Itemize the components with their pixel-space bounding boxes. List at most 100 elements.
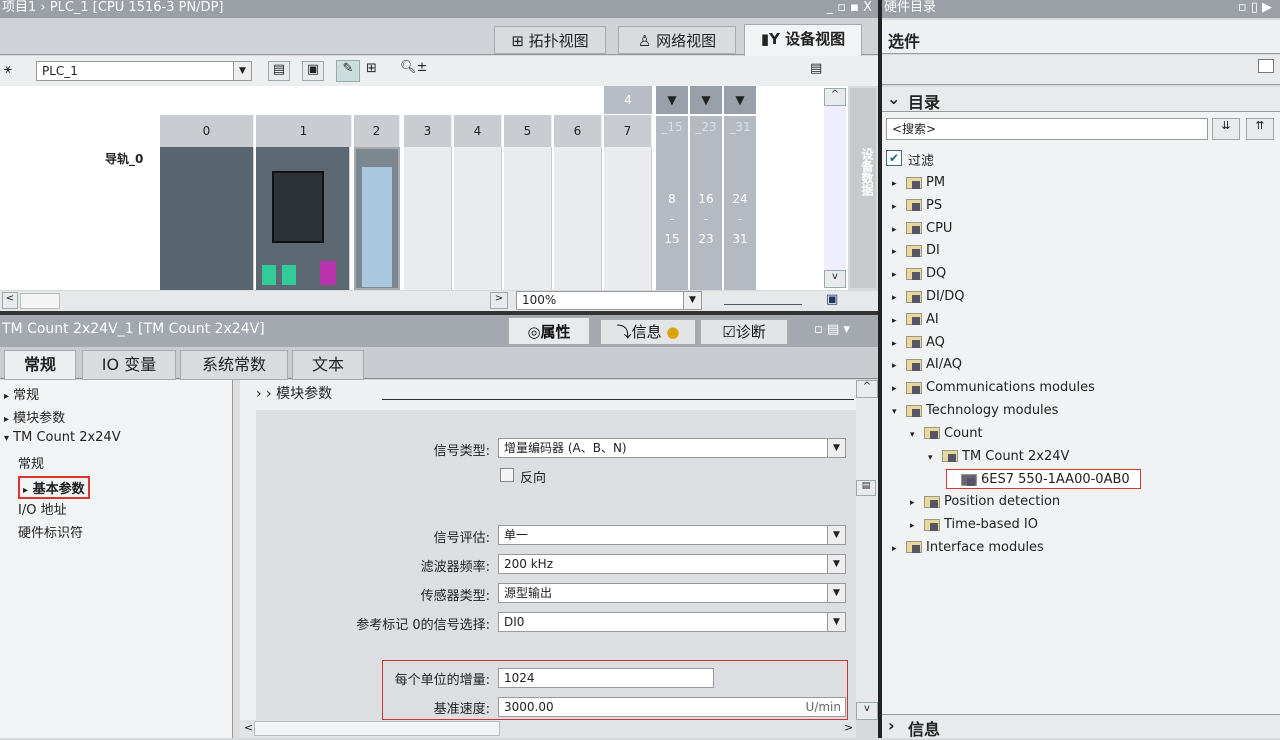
param-vscrollbar[interactable]: ^▤v (856, 380, 878, 720)
empty-slot-4[interactable] (454, 147, 502, 290)
device-data-side-tab[interactable]: 设备数据 (850, 88, 876, 288)
catalog-tree-item[interactable]: ▸Position detection (910, 492, 1060, 512)
tab-device-view[interactable]: ▮Y 设备视图 (744, 24, 862, 56)
expand-slot-toggle[interactable]: ▼ (690, 86, 722, 114)
options-header[interactable]: 选件 (882, 20, 1280, 54)
param-select[interactable]: 200 kHz▼ (498, 554, 846, 574)
filter-checkbox[interactable]: ✔ (886, 150, 902, 166)
catalog-tree-item[interactable]: ▾TM Count 2x24V (928, 447, 1069, 467)
param-select[interactable]: DI0▼ (498, 612, 846, 632)
catalog-tree-item[interactable]: 6ES7 550-1AA00-0AB0 (946, 469, 1141, 489)
power-module[interactable] (160, 147, 254, 290)
info-panel-header[interactable]: ›信息 (882, 714, 1280, 738)
expansion-slot[interactable]: _15 8 - 15 (656, 116, 688, 290)
catalog-tree-item[interactable]: ▸CPU (892, 219, 952, 239)
overview-icon[interactable]: ▣ (826, 292, 838, 307)
slot-header-7[interactable]: 7 (604, 115, 652, 147)
catalog-tree-item[interactable]: ▸PM (892, 173, 945, 193)
increments-input[interactable]: 1024 (498, 668, 714, 688)
panel-controls-icon[interactable]: ▫ ▤ ▾ (814, 322, 850, 337)
expand-arrow-icon[interactable]: ▸ (892, 220, 906, 240)
expand-arrow-icon[interactable]: ▾ (910, 425, 924, 445)
zoom-select[interactable]: 100%▼ (516, 291, 702, 310)
expand-arrow-icon[interactable]: ▸ (892, 334, 906, 354)
empty-slot-6[interactable] (554, 147, 602, 290)
catalog-tree-item[interactable]: ▸AI (892, 310, 939, 330)
show-module-icon[interactable]: ▣ (302, 61, 324, 81)
scroll-right-button[interactable]: > (490, 292, 508, 309)
nav-splitter[interactable] (232, 380, 240, 738)
slot-header-2[interactable]: 2 (354, 115, 400, 147)
panel-toggle-icon[interactable]: ▤ (810, 61, 822, 76)
expand-arrow-icon[interactable]: ▸ (892, 539, 906, 559)
catalog-tree-item[interactable]: ▸DQ (892, 264, 946, 284)
empty-slot-3[interactable] (404, 147, 452, 290)
catalog-tree-item[interactable]: ▸AI/AQ (892, 355, 962, 375)
zoom-icon[interactable]: 🔍︎± (400, 60, 427, 75)
catalog-tree-item[interactable]: ▸Interface modules (892, 538, 1044, 558)
nav-item[interactable]: 常规 (18, 453, 44, 472)
tab-info[interactable]: ⤵信息 ● (600, 319, 696, 345)
expand-arrow-icon[interactable]: ▸ (910, 516, 924, 536)
expansion-slot[interactable]: _31 24 - 31 (724, 116, 756, 290)
catalog-tree-item[interactable]: ▸PS (892, 196, 942, 216)
draw-icon[interactable]: ✎ (336, 60, 360, 82)
maximize-icon[interactable] (1258, 59, 1274, 73)
tab-system-constants[interactable]: 系统常数 (180, 350, 288, 380)
catalog-tree-item[interactable]: ▸Time-based IO (910, 515, 1038, 535)
nav-item[interactable]: ▸ 模块参数 (4, 407, 65, 426)
param-select[interactable]: 单一▼ (498, 525, 846, 545)
expand-arrow-icon[interactable]: ▸ (892, 311, 906, 331)
catalog-search-input[interactable]: <搜索> (886, 118, 1208, 140)
signal-type-select[interactable]: 增量编码器 (A、B、N)▼ (498, 438, 846, 458)
search-down-icon[interactable]: ⇊ (1212, 118, 1240, 140)
expand-arrow-icon[interactable]: ▸ (892, 197, 906, 217)
slot-header-5[interactable]: 5 (504, 115, 552, 147)
empty-slot-5[interactable] (504, 147, 552, 290)
param-hscrollbar[interactable]: <> (240, 720, 856, 738)
nav-item[interactable]: I/O 地址 (18, 499, 67, 518)
slot-header-4[interactable]: 4 (454, 115, 502, 147)
slot-header-6[interactable]: 6 (554, 115, 602, 147)
window-controls[interactable]: _ ▫ ▪ X (827, 0, 872, 16)
hscroll-thumb[interactable] (254, 721, 500, 736)
slot-header-0[interactable]: 0 (160, 115, 254, 147)
slot-header-1[interactable]: 1 (256, 115, 352, 147)
nav-item[interactable]: ▸ 基本参数 (18, 476, 90, 499)
expand-arrow-icon[interactable]: ▸ (892, 379, 906, 399)
grid-icon[interactable]: ⊞ (366, 61, 377, 76)
nav-item[interactable]: ▸ 常规 (4, 384, 39, 403)
tab-texts[interactable]: 文本 (292, 350, 364, 380)
expand-arrow-icon[interactable]: ▸ (892, 174, 906, 194)
expand-arrow-icon[interactable]: ▾ (892, 402, 906, 422)
empty-slot-7[interactable] (604, 147, 652, 290)
expand-slot-toggle[interactable]: ▼ (724, 86, 756, 114)
nav-item[interactable]: 硬件标识符 (18, 522, 83, 541)
pin-icon[interactable]: ▫ ▯ ▶ (1238, 0, 1272, 16)
tab-general[interactable]: 常规 (4, 350, 76, 380)
expand-arrow-icon[interactable]: ▸ (892, 288, 906, 308)
cpu-module[interactable] (256, 147, 350, 290)
device-select[interactable]: PLC_1▼ (36, 61, 252, 81)
catalog-tree-item[interactable]: ▸AQ (892, 333, 945, 353)
hscroll-thumb[interactable] (20, 293, 60, 309)
expansion-slot[interactable]: _23 16 - 23 (690, 116, 722, 290)
nav-item[interactable]: ▾ TM Count 2x24V (4, 430, 121, 445)
search-up-icon[interactable]: ⇈ (1246, 118, 1274, 140)
tab-network-view[interactable]: ♙ 网络视图 (618, 26, 736, 54)
tm-count-module[interactable] (354, 147, 400, 290)
tab-properties[interactable]: ◎属性 (508, 317, 590, 345)
slot-header-3[interactable]: 3 (404, 115, 452, 147)
catalog-tree-item[interactable]: ▸Communications modules (892, 378, 1095, 398)
add-device-icon[interactable]: ⚹ (4, 62, 12, 77)
expand-arrow-icon[interactable]: ▸ (892, 242, 906, 262)
tab-io-tags[interactable]: IO 变量 (82, 350, 176, 380)
expand-arrow-icon[interactable]: ▾ (928, 448, 942, 468)
device-overview-icon[interactable]: ▤ (268, 61, 290, 81)
rack-vscrollbar[interactable]: ^v (824, 88, 846, 288)
tab-diagnostics[interactable]: ☑诊断 (700, 319, 788, 345)
catalog-tree-item[interactable]: ▸DI (892, 241, 940, 261)
expand-arrow-icon[interactable]: ▸ (910, 493, 924, 513)
catalog-tree-item[interactable]: ▾Count (910, 424, 983, 444)
catalog-tree-item[interactable]: ▸DI/DQ (892, 287, 964, 307)
